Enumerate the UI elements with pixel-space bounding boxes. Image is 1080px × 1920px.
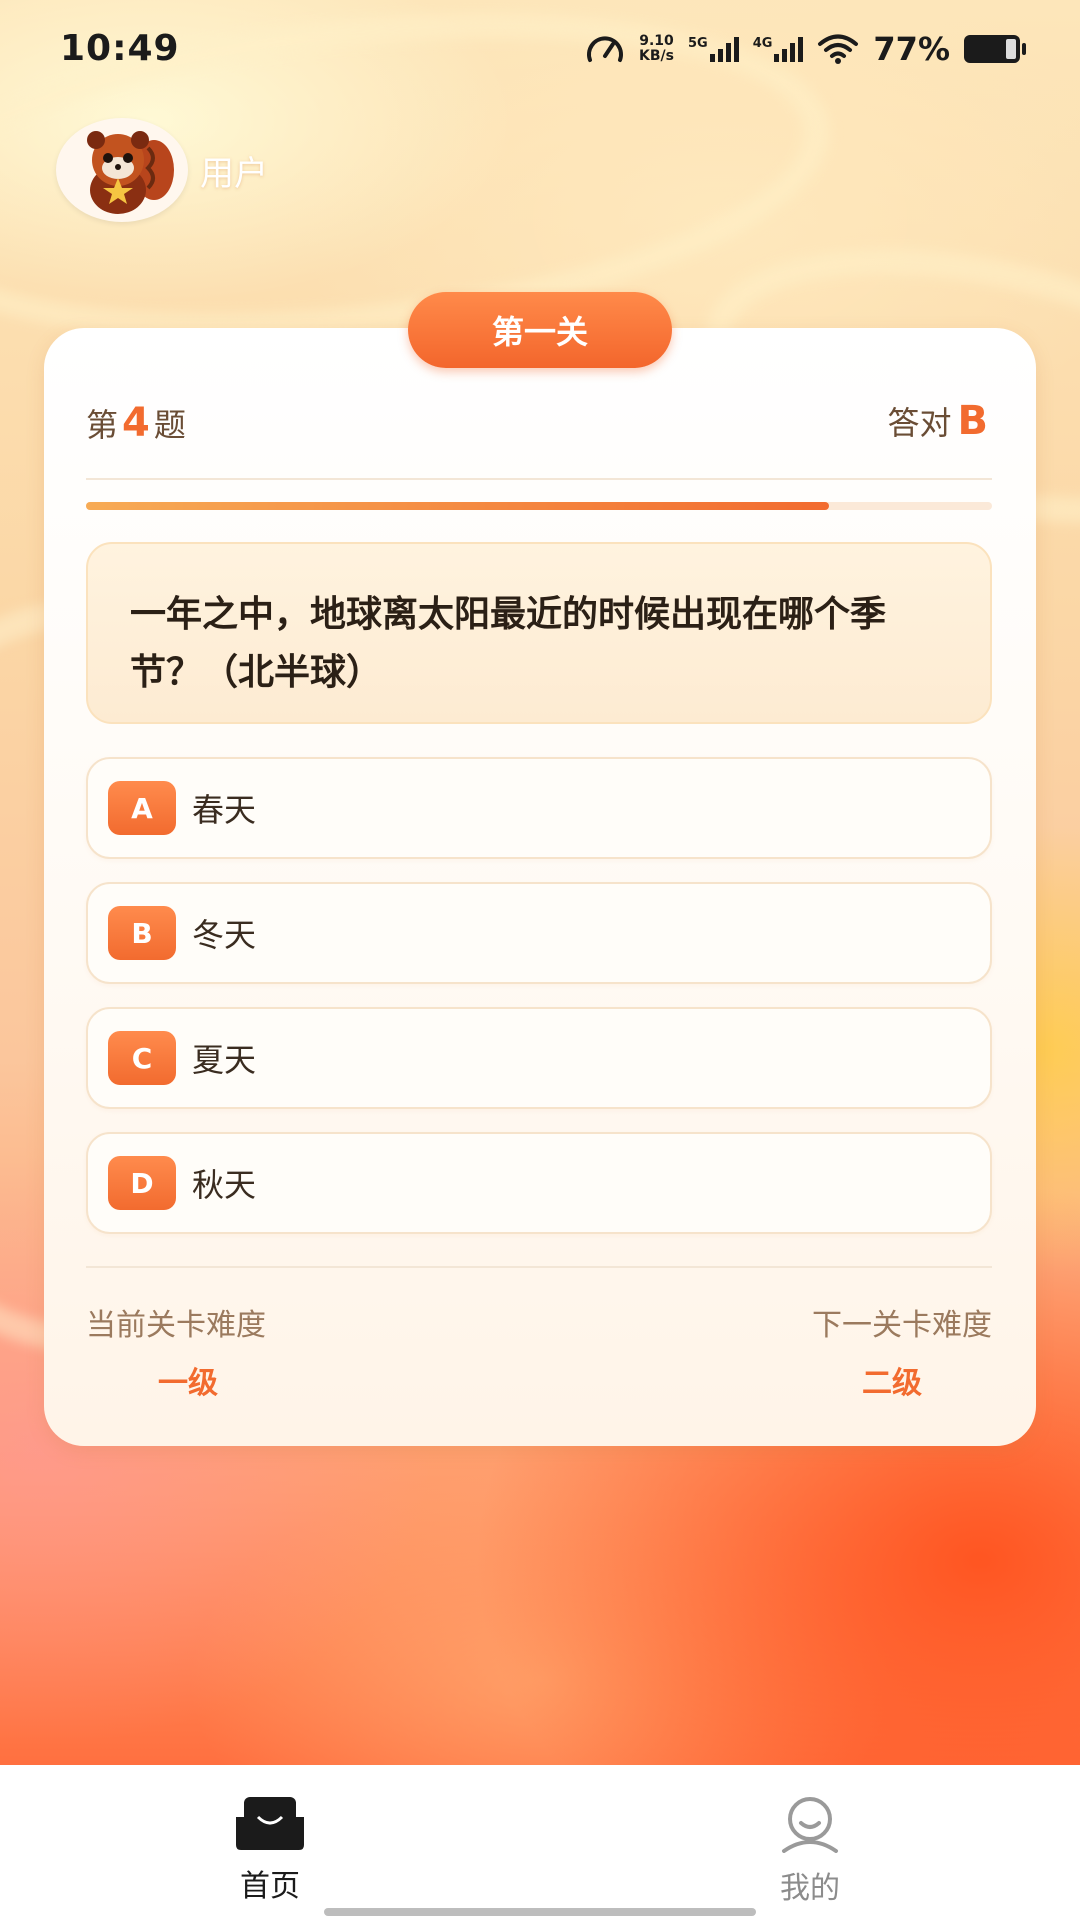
- profile-icon: [782, 1797, 838, 1853]
- sim2-signal: 4G: [753, 36, 804, 62]
- tab-profile[interactable]: 我的: [730, 1795, 890, 1907]
- progress-bar: [86, 502, 992, 510]
- current-difficulty-label: 当前关卡难度: [86, 1308, 266, 1343]
- option-c[interactable]: C 夏天: [86, 1007, 992, 1109]
- status-icons: 9.10 KB/s 5G 4G 77%: [585, 30, 1026, 68]
- question-prefix: 第: [86, 406, 119, 444]
- option-text: 夏天: [192, 1041, 257, 1079]
- option-letter: D: [108, 1156, 176, 1210]
- next-difficulty-label: 下一关卡难度: [812, 1308, 992, 1343]
- current-difficulty-value: 一级: [158, 1366, 218, 1401]
- bottom-tab-bar: 首页 我的: [0, 1765, 1080, 1920]
- question-number: 4: [122, 400, 150, 446]
- divider: [86, 1266, 992, 1268]
- home-icon: [236, 1797, 304, 1850]
- status-bar: 10:49 9.10 KB/s 5G 4G 77%: [0, 0, 1080, 100]
- red-panda-avatar-icon: [87, 131, 174, 214]
- signal-bars-icon: [709, 36, 739, 62]
- tab-home-label: 首页: [240, 1869, 300, 1904]
- question-text: 一年之中，地球离太阳最近的时候出现在哪个季节？（北半球）: [86, 542, 992, 724]
- avatar[interactable]: [56, 118, 188, 222]
- option-text: 春天: [192, 791, 257, 829]
- username: 用户: [200, 153, 268, 194]
- sim2-label: 4G: [752, 36, 773, 51]
- option-a[interactable]: A 春天: [86, 757, 992, 859]
- net-speed-value: 9.10: [639, 33, 674, 49]
- status-time: 10:49: [60, 28, 180, 69]
- answer-summary: 答对 B: [887, 398, 988, 444]
- net-speed-unit: KB/s: [639, 48, 674, 64]
- question-index: 第 4 题: [86, 400, 186, 446]
- tab-profile-label: 我的: [780, 1871, 840, 1906]
- option-letter: A: [108, 781, 176, 835]
- battery-icon: [964, 35, 1026, 63]
- option-letter: B: [108, 906, 176, 960]
- divider: [86, 478, 992, 480]
- question-suffix: 题: [153, 406, 186, 444]
- signal-bars-icon: [774, 36, 804, 62]
- next-difficulty-value: 二级: [862, 1366, 922, 1401]
- gesture-bar[interactable]: [324, 1908, 756, 1916]
- speedometer-icon: [587, 36, 623, 62]
- level-title: 第一关: [408, 292, 672, 368]
- option-letter: C: [108, 1031, 176, 1085]
- wifi-icon: [818, 34, 859, 64]
- sim1-signal: 5G: [688, 36, 739, 62]
- option-d[interactable]: D 秋天: [86, 1132, 992, 1234]
- sim1-label: 5G: [687, 36, 708, 51]
- user-header[interactable]: 用户: [56, 118, 268, 222]
- answer-label: 答对: [887, 404, 952, 442]
- answer-value: B: [957, 398, 989, 444]
- net-speed: 9.10 KB/s: [639, 34, 674, 64]
- progress-fill: [86, 502, 829, 510]
- option-text: 秋天: [192, 1166, 257, 1204]
- option-text: 冬天: [192, 916, 257, 954]
- battery-percent: 77%: [873, 30, 950, 68]
- tab-home[interactable]: 首页: [190, 1795, 350, 1905]
- option-b[interactable]: B 冬天: [86, 882, 992, 984]
